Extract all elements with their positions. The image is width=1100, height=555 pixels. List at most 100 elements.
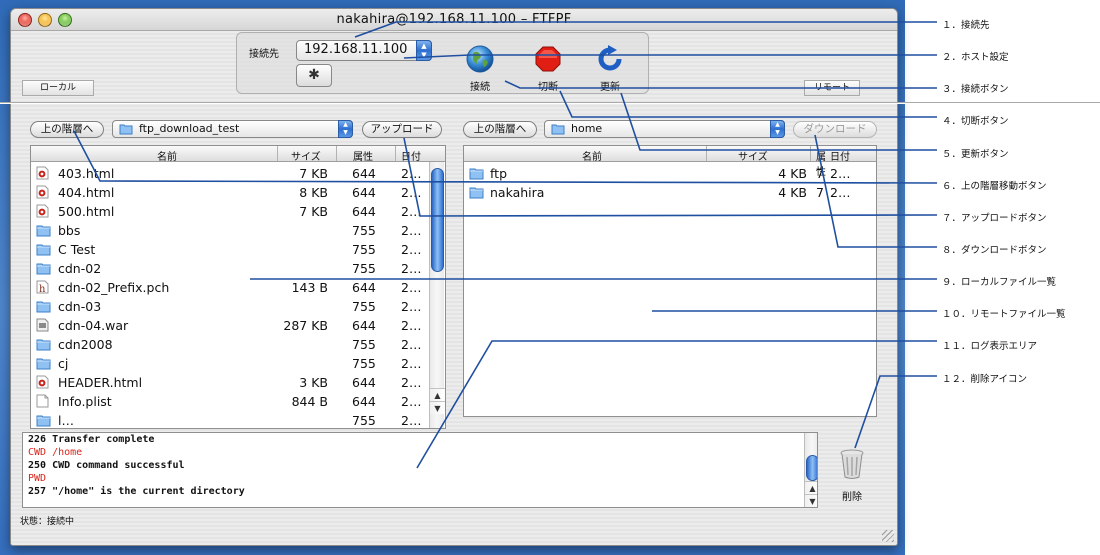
- local-file-list[interactable]: 名前 サイズ 属性 日付 403.html 7 KB 644 2… 404.html 8 …: [30, 145, 446, 429]
- scroll-up-arrow-icon[interactable]: ▲: [430, 388, 445, 401]
- file-permissions: 755: [352, 356, 376, 371]
- file-date: 2…: [401, 223, 422, 238]
- table-row[interactable]: cdn-02 755 2…: [31, 259, 445, 278]
- log-line: PWD: [28, 473, 47, 484]
- file-permissions: 755: [352, 242, 376, 257]
- table-row[interactable]: cj 755 2…: [31, 354, 445, 373]
- annotation-label: ４．切断ボタン: [942, 116, 1009, 127]
- scroll-down-arrow-icon[interactable]: ▼: [805, 494, 817, 507]
- title-bar[interactable]: nakahira@192.168.11.100 – FTFPF: [11, 9, 897, 31]
- file-permissions: 755: [352, 413, 376, 428]
- annotation-label: １０．リモートファイル一覧: [942, 309, 1066, 320]
- folder-icon: [36, 358, 51, 370]
- folder-icon: [36, 339, 51, 351]
- document-file-icon: [36, 394, 49, 408]
- table-row[interactable]: cdn-04.war 287 KB 644 2…: [31, 316, 445, 335]
- file-date: 2…: [401, 375, 422, 390]
- table-row[interactable]: cdn-03 755 2…: [31, 297, 445, 316]
- file-permissions: 755: [352, 223, 376, 238]
- local-scroll-thumb[interactable]: [431, 168, 444, 272]
- table-row[interactable]: HEADER.html 3 KB 644 2…: [31, 373, 445, 392]
- local-tag: ローカル: [22, 80, 94, 96]
- table-row[interactable]: 500.html 7 KB 644 2…: [31, 202, 445, 221]
- refresh-label: 更新: [600, 82, 620, 93]
- col-name[interactable]: 名前: [157, 148, 177, 163]
- table-row[interactable]: cdn2008 755 2…: [31, 335, 445, 354]
- file-name: 500.html: [58, 204, 115, 219]
- disconnect-label: 切断: [538, 82, 558, 93]
- log-scrollbar[interactable]: ▲ ▼: [804, 433, 817, 507]
- log-scroll-thumb[interactable]: [806, 455, 817, 481]
- table-row[interactable]: h cdn-02_Prefix.pch 143 B 644 2…: [31, 278, 445, 297]
- header-file-icon: h: [36, 280, 49, 295]
- local-path-select[interactable]: ftp_download_test ▲ ▼: [112, 120, 353, 138]
- file-size: 844 B: [291, 394, 328, 409]
- table-row[interactable]: bbs 755 2…: [31, 221, 445, 240]
- file-date: 2…: [401, 166, 422, 181]
- file-name: C Test: [58, 242, 96, 257]
- remote-file-list[interactable]: 名前 サイズ 属性 日付 ftp 4 KB 7 2… nakahira 4 KB 7 2…: [463, 145, 877, 417]
- host-settings-button[interactable]: ✱: [296, 64, 332, 87]
- connect-button[interactable]: 接続: [450, 44, 510, 93]
- col-name[interactable]: 名前: [582, 148, 602, 163]
- folder-icon: [119, 124, 133, 135]
- folder-icon: [36, 244, 51, 256]
- chevron-updown-icon: ▲ ▼: [338, 120, 353, 138]
- file-name: cdn2008: [58, 337, 113, 352]
- remote-table-header: 名前 サイズ 属性 日付: [464, 146, 876, 178]
- log-line: CWD /home: [28, 447, 83, 458]
- folder-icon: [469, 187, 484, 199]
- file-date: 2…: [830, 166, 851, 181]
- remote-path-value: home: [571, 122, 603, 135]
- file-name: ftp: [490, 166, 508, 181]
- download-button[interactable]: ダウンロード: [793, 121, 877, 138]
- file-date: 2…: [401, 394, 422, 409]
- col-date[interactable]: 日付: [830, 148, 850, 163]
- table-row[interactable]: nakahira 4 KB 7 2…: [464, 183, 876, 202]
- file-date: 2…: [401, 242, 422, 257]
- resize-grip-icon[interactable]: [882, 530, 894, 542]
- chevron-updown-icon: ▲ ▼: [416, 40, 432, 61]
- col-date[interactable]: 日付: [401, 148, 421, 163]
- annotation-label: ３．接続ボタン: [942, 84, 1009, 95]
- upload-button[interactable]: アップロード: [362, 121, 442, 138]
- scroll-down-arrow-icon[interactable]: ▼: [430, 401, 445, 414]
- folder-icon: [36, 301, 51, 313]
- file-name: l…: [58, 413, 74, 428]
- local-path-value: ftp_download_test: [139, 122, 240, 135]
- annotation-label: １．接続先: [942, 20, 990, 31]
- local-scrollbar[interactable]: ▲ ▼: [429, 162, 445, 428]
- chevron-updown-icon: ▲ ▼: [770, 120, 785, 138]
- globe-icon: [466, 45, 494, 73]
- log-area[interactable]: 226 Transfer complete CWD /home 250 CWD co…: [22, 432, 818, 508]
- file-size: 7 KB: [299, 204, 328, 219]
- scroll-up-arrow-icon[interactable]: ▲: [805, 481, 817, 494]
- disconnect-button[interactable]: 切断: [518, 44, 578, 93]
- file-permissions: 755: [352, 299, 376, 314]
- file-date: 2…: [401, 413, 422, 428]
- table-row[interactable]: C Test 755 2…: [31, 240, 445, 259]
- remote-up-button[interactable]: 上の階層へ: [463, 121, 537, 138]
- file-permissions: 644: [352, 318, 376, 333]
- folder-icon: [551, 124, 565, 135]
- col-size[interactable]: サイズ: [291, 148, 321, 163]
- table-row[interactable]: 403.html 7 KB 644 2…: [31, 164, 445, 183]
- host-select[interactable]: 192.168.11.100 ▲ ▼: [296, 40, 432, 61]
- col-perm[interactable]: 属性: [353, 148, 373, 163]
- delete-button[interactable]: 削除: [834, 448, 870, 503]
- refresh-button[interactable]: 更新: [580, 44, 640, 93]
- annotation-label: １１．ログ表示エリア: [942, 341, 1038, 352]
- host-value: 192.168.11.100: [304, 42, 408, 57]
- refresh-icon: [598, 45, 622, 71]
- table-row[interactable]: ftp 4 KB 7 2…: [464, 164, 876, 183]
- table-row[interactable]: Info.plist 844 B 644 2…: [31, 392, 445, 411]
- table-row[interactable]: 404.html 8 KB 644 2…: [31, 183, 445, 202]
- table-row[interactable]: l… 755 2…: [31, 411, 445, 428]
- html-file-icon: [36, 375, 49, 389]
- file-permissions: 644: [352, 394, 376, 409]
- remote-path-select[interactable]: home ▲ ▼: [544, 120, 785, 138]
- connect-label: 接続: [470, 82, 490, 93]
- local-up-button[interactable]: 上の階層へ: [30, 121, 104, 138]
- folder-icon: [36, 263, 51, 275]
- col-size[interactable]: サイズ: [738, 148, 768, 163]
